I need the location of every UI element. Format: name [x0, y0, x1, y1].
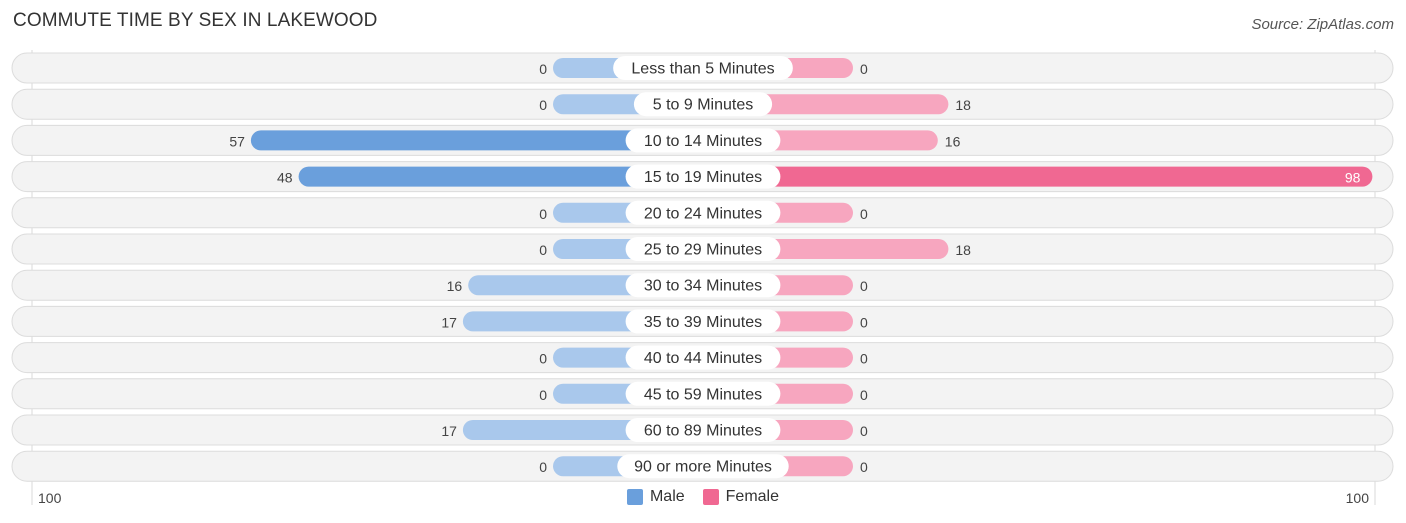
- female-value-label: 0: [860, 206, 868, 222]
- legend-label-female: Female: [725, 488, 780, 505]
- male-value-label: 0: [539, 97, 547, 113]
- legend-item-female[interactable]: Female: [702, 488, 780, 506]
- legend-swatch-male: [626, 489, 643, 505]
- female-value-label: 0: [860, 387, 868, 403]
- male-value-label: 0: [539, 242, 547, 258]
- legend-swatch-female: [702, 489, 719, 505]
- category-label: 40 to 44 Minutes: [644, 350, 762, 367]
- female-value-label: 0: [860, 314, 868, 330]
- female-value-label: 18: [955, 97, 971, 113]
- category-label: 90 or more Minutes: [634, 459, 772, 476]
- male-value-label: 0: [539, 387, 547, 403]
- female-value-label: 0: [860, 61, 868, 77]
- male-value-label: 57: [229, 133, 245, 149]
- category-label: 30 to 34 Minutes: [644, 278, 762, 295]
- legend: Male Female: [0, 488, 1406, 506]
- female-bar[interactable]: [703, 166, 1373, 187]
- legend-item-male[interactable]: Male: [626, 488, 685, 506]
- male-value-label: 0: [539, 61, 547, 77]
- category-label: 60 to 89 Minutes: [644, 423, 762, 440]
- category-label: 45 to 59 Minutes: [644, 386, 762, 403]
- female-value-label: 0: [860, 423, 868, 439]
- female-value-label: 0: [860, 351, 868, 367]
- male-value-label: 48: [277, 170, 293, 186]
- male-value-label: 0: [539, 459, 547, 475]
- female-value-label: 0: [860, 459, 868, 475]
- male-value-label: 17: [441, 314, 457, 330]
- category-label: 35 to 39 Minutes: [644, 314, 762, 331]
- chart-canvas: Less than 5 Minutes 0 0 5 to 9 Minutes 0 18 10…: [11, 50, 1394, 506]
- category-label: 10 to 14 Minutes: [644, 133, 762, 150]
- legend-label-male: Male: [649, 488, 685, 505]
- category-label: 20 to 24 Minutes: [644, 205, 762, 222]
- male-value-label: 0: [539, 351, 547, 367]
- category-label: 5 to 9 Minutes: [653, 97, 754, 114]
- male-value-label: 17: [441, 423, 457, 439]
- male-value-label: 0: [539, 206, 547, 222]
- category-label: 15 to 19 Minutes: [644, 169, 762, 186]
- category-label: 25 to 29 Minutes: [644, 242, 762, 259]
- category-label: Less than 5 Minutes: [631, 61, 774, 78]
- female-value-label: 98: [1345, 170, 1361, 186]
- female-value-label: 18: [955, 242, 971, 258]
- male-value-label: 16: [447, 278, 463, 294]
- female-value-label: 0: [860, 278, 868, 294]
- female-value-label: 16: [945, 133, 961, 149]
